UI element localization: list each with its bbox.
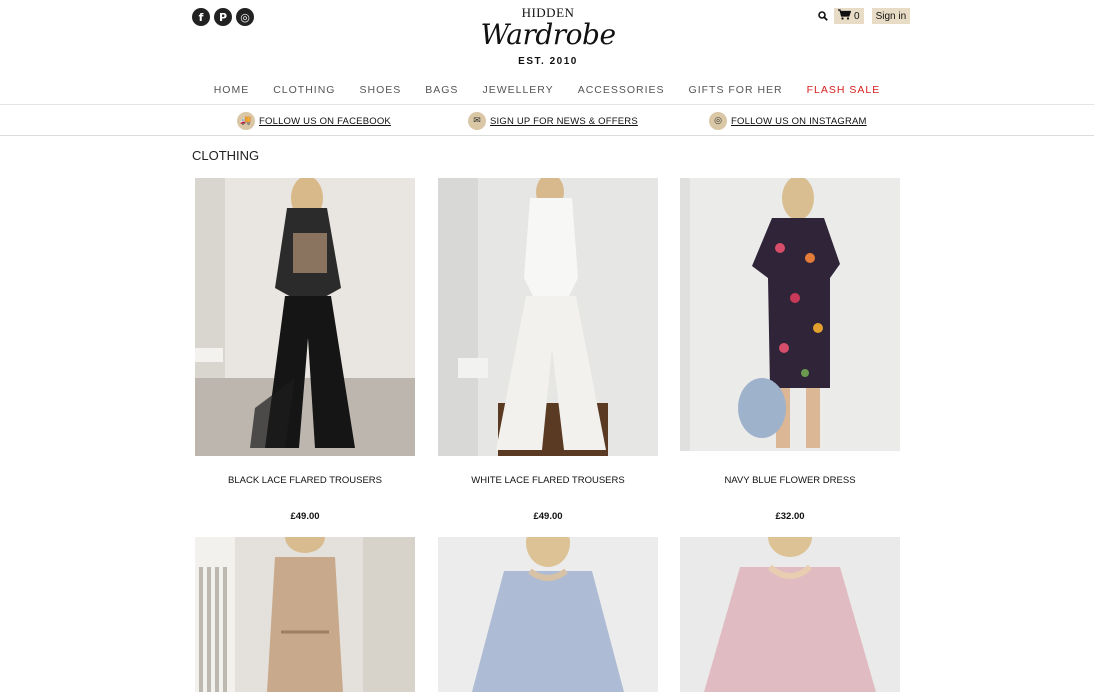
product-name[interactable]: BLACK LACE FLARED TROUSERS [195, 475, 415, 486]
follow-instagram-link[interactable]: ◎ FOLLOW US ON INSTAGRAM [709, 112, 867, 130]
site-logo[interactable]: HIDDEN Wardrobe EST. 2010 [470, 6, 626, 68]
product-card[interactable]: NAVY BLUE FLOWER DRESS £32.00 [680, 178, 900, 522]
product-card[interactable]: WHITE LACE FLARED TROUSERS £49.00 [438, 178, 658, 522]
cart-icon [838, 9, 852, 23]
nav-item-jewellery[interactable]: JEWELLERY [470, 82, 565, 98]
product-image[interactable] [680, 537, 900, 692]
site-header: f P ◎ HIDDEN Wardrobe EST. 2010 0 Sign i… [0, 0, 1094, 78]
pinterest-icon[interactable]: P [214, 8, 232, 26]
product-card[interactable]: BLACK LACE FLARED TROUSERS £49.00 [195, 178, 415, 522]
product-price: £49.00 [533, 511, 563, 522]
product-card[interactable] [680, 537, 900, 692]
newsletter-signup-label: SIGN UP FOR NEWS & OFFERS [490, 115, 638, 127]
logo-main-text: Wardrobe [480, 18, 616, 51]
mail-icon: ✉ [468, 112, 486, 130]
cart-button[interactable]: 0 [834, 8, 864, 24]
sign-in-button[interactable]: Sign in [871, 8, 911, 24]
product-image[interactable] [680, 178, 900, 451]
product-image[interactable] [438, 537, 658, 692]
product-name[interactable]: WHITE LACE FLARED TROUSERS [438, 475, 658, 486]
promo-bar: 🚚 FOLLOW US ON FACEBOOK ✉ SIGN UP FOR NE… [0, 104, 1094, 136]
follow-facebook-label: FOLLOW US ON FACEBOOK [259, 115, 391, 127]
truck-icon: 🚚 [237, 112, 255, 130]
nav-item-flash-sale[interactable]: FLASH SALE [795, 82, 893, 98]
product-image[interactable] [438, 178, 658, 456]
nav-item-gifts-for-her[interactable]: GIFTS FOR HER [677, 82, 795, 98]
cart-count: 0 [854, 10, 860, 22]
nav-item-accessories[interactable]: ACCESSORIES [566, 82, 677, 98]
newsletter-signup-link[interactable]: ✉ SIGN UP FOR NEWS & OFFERS [468, 112, 638, 130]
search-icon[interactable] [816, 8, 830, 24]
product-image[interactable] [195, 178, 415, 456]
page-title: CLOTHING [192, 148, 260, 163]
nav-item-home[interactable]: HOME [202, 82, 262, 98]
logo-est-text: EST. 2010 [518, 56, 578, 67]
nav-item-clothing[interactable]: CLOTHING [261, 82, 347, 98]
instagram-icon: ◎ [709, 112, 727, 130]
instagram-icon[interactable]: ◎ [236, 8, 254, 26]
main-nav: HOME CLOTHING SHOES BAGS JEWELLERY ACCES… [0, 82, 1094, 98]
product-price: £49.00 [290, 511, 320, 522]
product-card[interactable] [438, 537, 658, 692]
nav-item-shoes[interactable]: SHOES [347, 82, 413, 98]
nav-item-bags[interactable]: BAGS [413, 82, 470, 98]
social-links: f P ◎ [192, 8, 254, 26]
header-utilities: 0 Sign in [816, 8, 911, 24]
product-card[interactable] [195, 537, 415, 692]
product-name[interactable]: NAVY BLUE FLOWER DRESS [680, 475, 900, 486]
product-image[interactable] [195, 537, 415, 692]
facebook-icon[interactable]: f [192, 8, 210, 26]
product-price: £32.00 [775, 511, 805, 522]
follow-facebook-link[interactable]: 🚚 FOLLOW US ON FACEBOOK [237, 112, 391, 130]
follow-instagram-label: FOLLOW US ON INSTAGRAM [731, 115, 867, 127]
